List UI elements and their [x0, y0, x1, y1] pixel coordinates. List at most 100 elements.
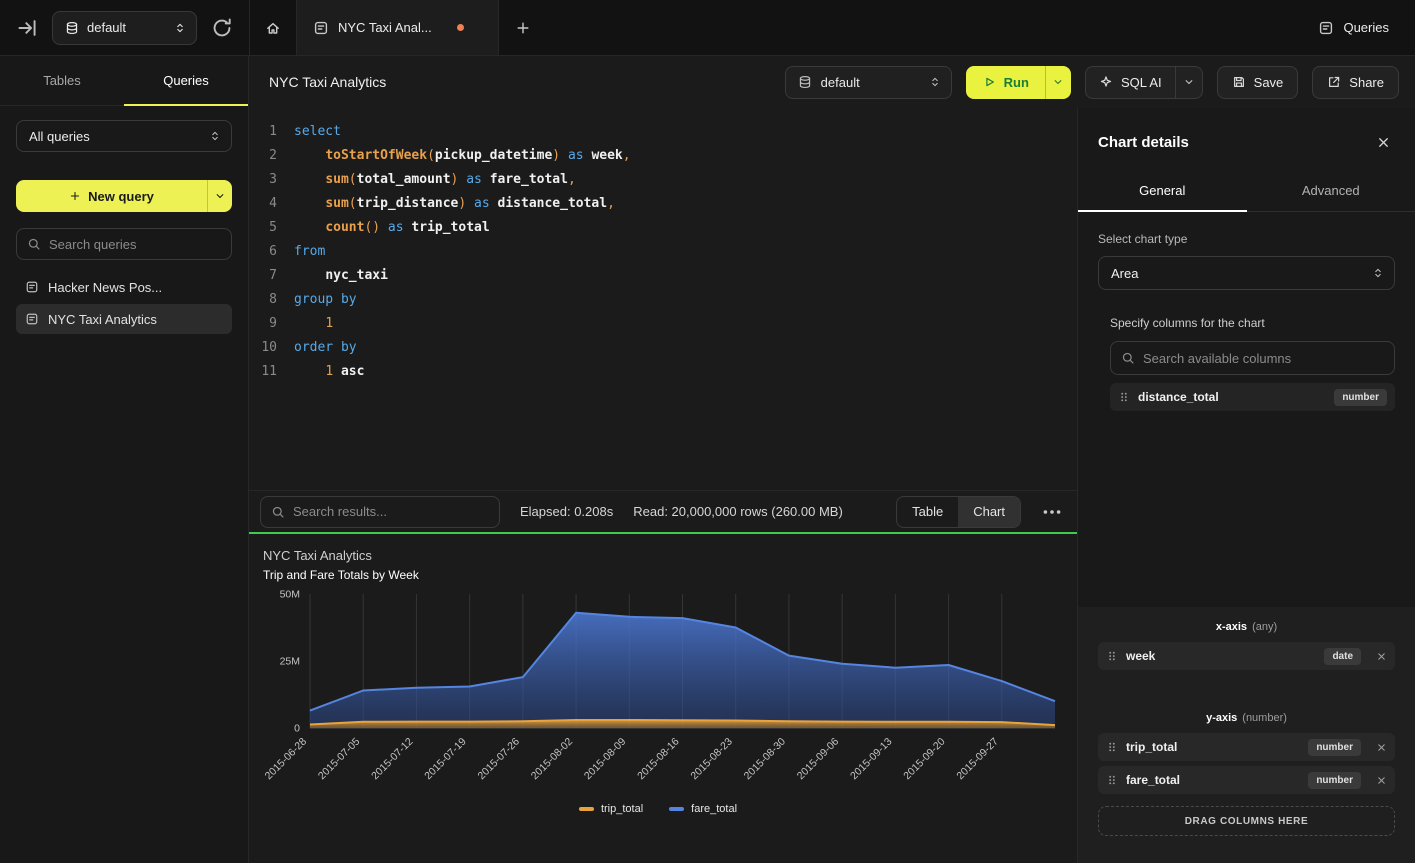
home-icon — [265, 20, 281, 36]
more-options-icon[interactable] — [1041, 501, 1063, 523]
x-axis-label: x-axis — [1216, 621, 1247, 633]
x-axis-columns: weekdate — [1098, 642, 1395, 670]
search-icon — [1121, 351, 1135, 365]
column-name: fare_total — [1126, 773, 1180, 787]
editor-line[interactable]: 10order by — [249, 336, 1077, 360]
editor-line[interactable]: 5 count() as trip_total — [249, 216, 1077, 240]
query-header: NYC Taxi Analytics default Run — [249, 56, 1415, 108]
saved-queries-list: Hacker News Pos... NYC Taxi Analytics — [16, 272, 232, 334]
queries-button[interactable]: Queries — [1318, 20, 1389, 36]
sql-ai-dropdown[interactable] — [1175, 67, 1202, 98]
search-columns-input[interactable] — [1143, 351, 1384, 366]
chart-section: NYC Taxi Analytics Trip and Fare Totals … — [249, 534, 1077, 863]
chart-subtitle: Trip and Fare Totals by Week — [263, 568, 1077, 582]
run-options-dropdown[interactable] — [1045, 66, 1071, 99]
table-view-tab[interactable]: Table — [897, 497, 958, 527]
tab-advanced[interactable]: Advanced — [1247, 169, 1415, 211]
search-queries-box[interactable] — [16, 228, 232, 260]
x-axis-column-row[interactable]: weekdate — [1098, 642, 1395, 670]
editor-line[interactable]: 8group by — [249, 288, 1077, 312]
line-number: 9 — [249, 312, 277, 336]
code-text: from — [277, 240, 325, 264]
query-actions: default Run SQL AI — [785, 66, 1399, 99]
editor-line[interactable]: 2 toStartOfWeek(pickup_datetime) as week… — [249, 144, 1077, 168]
remove-column-icon[interactable] — [1376, 775, 1387, 786]
code-text: 1 asc — [277, 360, 364, 384]
chart-details-panel: Chart details General Advanced Select ch… — [1078, 108, 1415, 863]
new-query-main[interactable]: New query — [16, 180, 207, 212]
tab-tables[interactable]: Tables — [0, 56, 124, 105]
home-tab[interactable] — [249, 0, 297, 55]
drag-handle-icon[interactable] — [1118, 391, 1130, 403]
editor-line[interactable]: 1select — [249, 120, 1077, 144]
save-button[interactable]: Save — [1217, 66, 1299, 99]
editor-line[interactable]: 4 sum(trip_distance) as distance_total, — [249, 192, 1077, 216]
drag-handle-icon[interactable] — [1106, 774, 1118, 786]
close-panel-icon[interactable] — [1376, 135, 1391, 150]
svg-text:50M: 50M — [280, 589, 300, 601]
svg-text:2015-07-19: 2015-07-19 — [422, 736, 469, 783]
tab-general[interactable]: General — [1078, 169, 1247, 211]
database-selector[interactable]: default — [785, 66, 952, 99]
code-text: group by — [277, 288, 357, 312]
sidebar-tabs: Tables Queries — [0, 56, 248, 106]
sql-editor[interactable]: 1select2 toStartOfWeek(pickup_datetime) … — [249, 108, 1077, 490]
remove-column-icon[interactable] — [1376, 742, 1387, 753]
search-icon — [27, 237, 41, 251]
results-toolbar: Elapsed: 0.208s Read: 20,000,000 rows (2… — [249, 490, 1077, 532]
topbar-database-selector[interactable]: default — [52, 11, 197, 45]
search-results-input[interactable] — [293, 504, 489, 519]
remove-column-icon[interactable] — [1376, 651, 1387, 662]
tab-queries[interactable]: Queries — [124, 56, 248, 105]
run-button-main[interactable]: Run — [966, 66, 1045, 99]
tab-nyc-taxi-analytics[interactable]: NYC Taxi Anal... — [297, 0, 499, 55]
run-button[interactable]: Run — [966, 66, 1071, 99]
line-number: 2 — [249, 144, 277, 168]
saved-query-label: Hacker News Pos... — [48, 280, 162, 295]
search-results-box[interactable] — [260, 496, 500, 528]
search-icon — [271, 505, 285, 519]
queries-filter-select[interactable]: All queries — [16, 120, 232, 152]
refresh-icon[interactable] — [211, 17, 233, 39]
editor-line[interactable]: 9 1 — [249, 312, 1077, 336]
chart-type-select[interactable]: Area — [1098, 256, 1395, 290]
code-text: count() as trip_total — [277, 216, 490, 240]
legend-item[interactable]: trip_total — [579, 803, 643, 815]
share-button[interactable]: Share — [1312, 66, 1399, 99]
column-type-badge: number — [1334, 389, 1387, 406]
sql-ai-button[interactable]: SQL AI — [1085, 66, 1203, 99]
available-column-row[interactable]: distance_totalnumber — [1110, 383, 1395, 411]
area-chart[interactable]: 2015-06-282015-07-052015-07-122015-07-19… — [257, 586, 1065, 791]
svg-text:2015-09-06: 2015-09-06 — [795, 736, 842, 783]
new-query-button[interactable]: New query — [16, 180, 232, 212]
sql-ai-main[interactable]: SQL AI — [1086, 67, 1175, 98]
y-axis-column-row[interactable]: trip_totalnumber — [1098, 733, 1395, 761]
saved-query-item[interactable]: Hacker News Pos... — [16, 272, 232, 302]
drag-columns-dropzone[interactable]: DRAG COLUMNS HERE — [1098, 806, 1395, 836]
query-icon — [25, 280, 39, 294]
search-columns-box[interactable] — [1110, 341, 1395, 375]
search-queries-input[interactable] — [49, 237, 221, 252]
collapse-panel-icon[interactable] — [16, 17, 38, 39]
editor-line[interactable]: 6from — [249, 240, 1077, 264]
legend-item[interactable]: fare_total — [669, 803, 737, 815]
saved-query-item[interactable]: NYC Taxi Analytics — [16, 304, 232, 334]
editor-line[interactable]: 3 sum(total_amount) as fare_total, — [249, 168, 1077, 192]
x-axis-hint: (any) — [1252, 621, 1277, 633]
new-query-dropdown[interactable] — [207, 180, 232, 212]
chart-view-tab[interactable]: Chart — [958, 497, 1020, 527]
editor-line[interactable]: 11 1 asc — [249, 360, 1077, 384]
view-toggle: Table Chart — [896, 496, 1021, 528]
editor-line[interactable]: 7 nyc_taxi — [249, 264, 1077, 288]
column-type-badge: number — [1308, 739, 1361, 756]
y-axis-column-row[interactable]: fare_total number — [1098, 766, 1395, 794]
drag-handle-icon[interactable] — [1106, 650, 1118, 662]
legend-marker — [579, 807, 594, 811]
drag-handle-icon[interactable] — [1106, 741, 1118, 753]
legend-label: trip_total — [601, 803, 643, 815]
svg-text:2015-07-12: 2015-07-12 — [369, 736, 416, 783]
column-type-badge: number — [1308, 772, 1361, 789]
new-tab-button[interactable] — [499, 0, 547, 55]
line-number: 11 — [249, 360, 277, 384]
queries-button-label: Queries — [1343, 20, 1389, 35]
